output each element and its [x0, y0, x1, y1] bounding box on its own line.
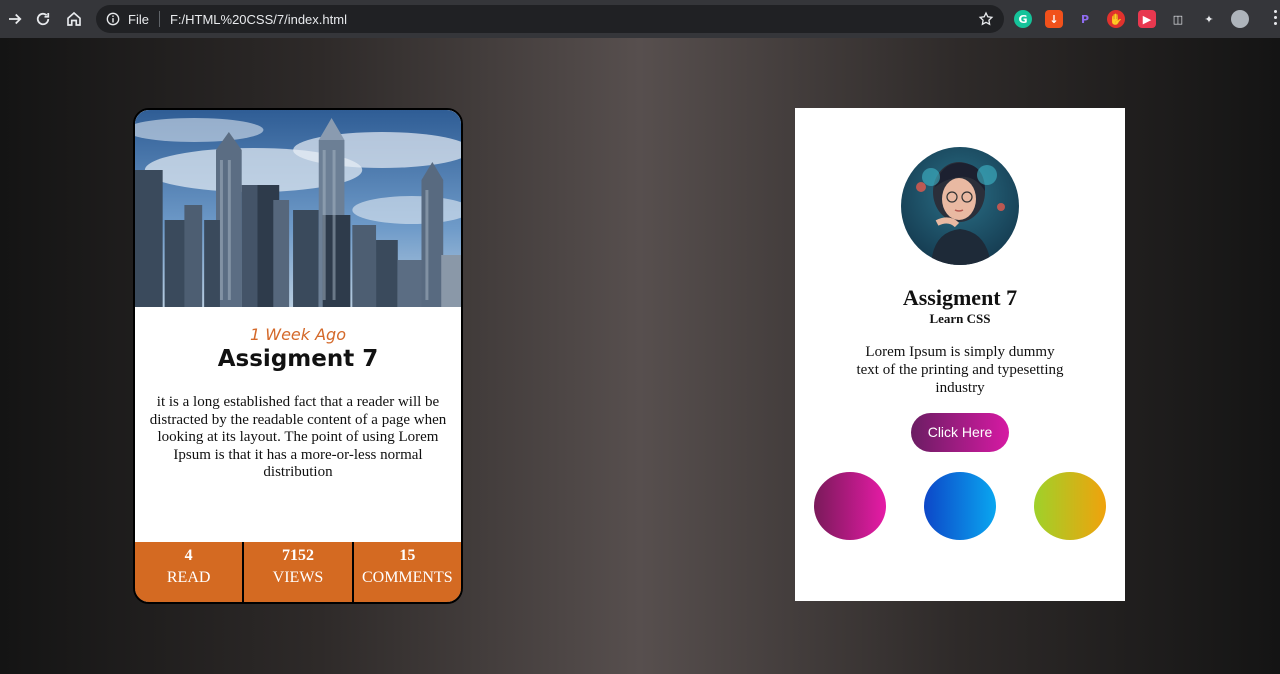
stat-label: READ [166, 569, 211, 586]
info-icon[interactable] [106, 12, 120, 26]
profile-avatar-image [901, 147, 1019, 265]
address-bar[interactable]: File F:/HTML%20CSS/7/index.html [96, 5, 1004, 33]
profile-description: Lorem Ipsum is simply dummy text of the … [856, 344, 1064, 396]
yellow-green-circle [1034, 472, 1106, 540]
forward-icon[interactable] [0, 4, 30, 34]
extension-p-icon[interactable]: P [1076, 10, 1094, 28]
reload-icon[interactable] [28, 4, 58, 34]
stat-number: 7152 [281, 547, 314, 564]
stat-number: 15 [399, 547, 416, 564]
stat-views: 7152 VIEWS [244, 542, 352, 602]
divider [158, 11, 160, 27]
menu-icon[interactable] [1274, 10, 1278, 25]
grammarly-icon[interactable]: G [1014, 10, 1032, 28]
profile-subtitle: Learn CSS [929, 311, 991, 326]
click-here-button[interactable]: Click Here [911, 413, 1009, 452]
color-circles [814, 472, 1106, 540]
play-icon[interactable]: ▶ [1138, 10, 1156, 28]
blog-card: 1 Week Ago Assigment 7 it is a long esta… [133, 108, 463, 604]
card-title: Assigment 7 [217, 346, 379, 372]
url-text[interactable]: F:/HTML%20CSS/7/index.html [170, 12, 347, 27]
screen-icon[interactable]: ◫ [1169, 10, 1187, 28]
stat-label: VIEWS [272, 569, 324, 586]
magenta-circle [814, 472, 886, 540]
home-icon[interactable] [59, 4, 89, 34]
stat-label: COMMENTS [361, 569, 453, 586]
bookmark-star-icon[interactable] [978, 11, 994, 27]
profile-avatar[interactable] [1231, 10, 1249, 28]
card-description: it is a long established fact that a rea… [149, 394, 447, 480]
stat-comments: 15 COMMENTS [353, 542, 461, 602]
card-body: 1 Week Ago Assigment 7 it is a long esta… [135, 307, 461, 482]
hand-icon[interactable]: ✋ [1107, 10, 1125, 28]
file-label: File [128, 11, 149, 27]
puzzle-icon[interactable]: ✦ [1200, 10, 1218, 28]
blue-circle [924, 472, 996, 540]
stat-read: 4 READ [135, 542, 243, 602]
extensions-bar: G ↓ P ✋ ▶ ◫ ✦ [1014, 8, 1249, 30]
browser-toolbar: File F:/HTML%20CSS/7/index.html G ↓ P ✋ … [0, 0, 1280, 38]
profile-card: Assigment 7 Learn CSS Lorem Ipsum is sim… [795, 108, 1125, 601]
stats-bar: 4 READ 7152 VIEWS 15 COMMENTS [135, 542, 461, 602]
profile-title: Assigment 7 [902, 285, 1018, 310]
city-image [135, 110, 461, 307]
page-viewport: 1 Week Ago Assigment 7 it is a long esta… [0, 38, 1280, 674]
stat-number: 4 [184, 547, 193, 564]
post-time: 1 Week Ago [249, 325, 346, 344]
download-icon[interactable]: ↓ [1045, 10, 1063, 28]
